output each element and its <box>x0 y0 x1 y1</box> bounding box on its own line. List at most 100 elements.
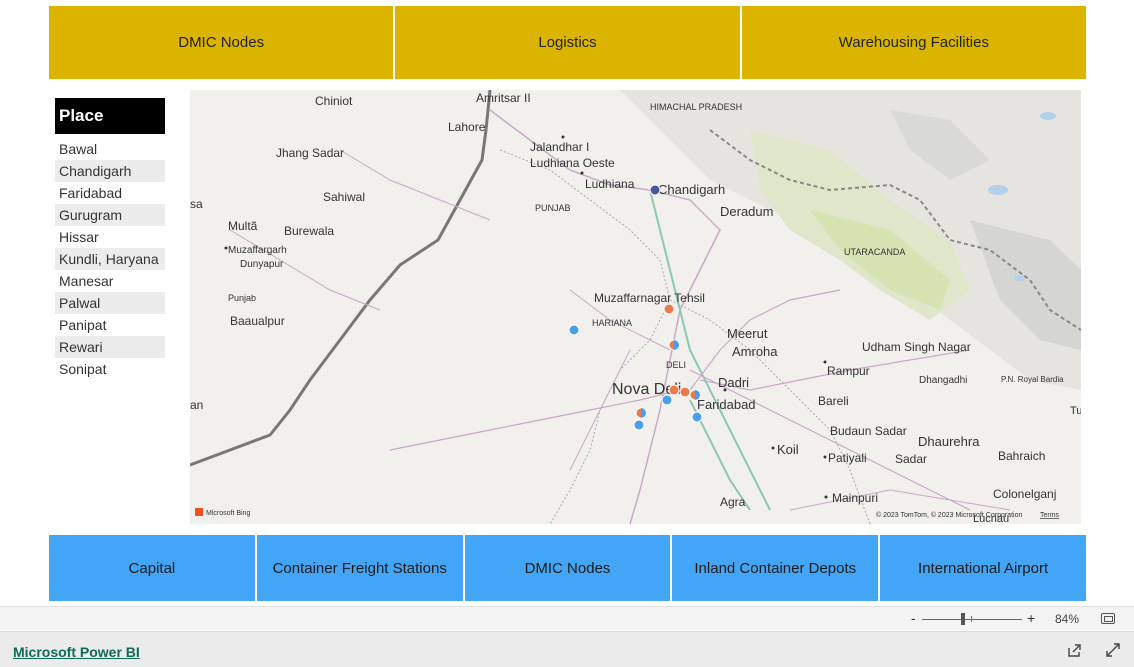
map-label-muzaffarnagar: Muzaffarnagar Tehsil <box>594 291 705 305</box>
zoom-percentage: 84% <box>1055 612 1080 626</box>
road <box>789 489 1011 511</box>
map-label-dhaurehra: Dhaurehra <box>918 434 980 449</box>
lake <box>1014 275 1026 281</box>
slicer-item-palwal[interactable]: Palwal <box>55 292 165 314</box>
map-label-rampur: Rampur <box>827 364 870 378</box>
map-label-punjab: PUNJAB <box>535 203 571 213</box>
map-label-ludhiana-oeste: Ludhiana Oeste <box>530 156 615 170</box>
tab-dmic-nodes-bottom[interactable]: DMIC Nodes <box>464 535 673 601</box>
map-marker[interactable] <box>663 303 675 315</box>
place-slicer: Place Bawal Chandigarh Faridabad Gurugra… <box>55 98 165 380</box>
report-canvas: DMIC Nodes Logistics Warehousing Facilit… <box>0 0 1134 667</box>
map-marker[interactable] <box>633 419 645 431</box>
tab-dmic-nodes[interactable]: DMIC Nodes <box>49 6 396 79</box>
map-label-udham: Udham Singh Nagar <box>862 340 971 354</box>
tab-international-airport[interactable]: International Airport <box>880 535 1086 601</box>
map-terms-link[interactable]: Terms <box>1040 512 1060 519</box>
map-marker[interactable] <box>661 394 673 406</box>
map-label-burewala: Burewala <box>284 224 334 238</box>
map-canvas: Chiniot Amritsar II HIMACHAL PRADESH Lah… <box>190 90 1081 524</box>
tab-logistics[interactable]: Logistics <box>395 6 742 79</box>
tab-inland-container-depots[interactable]: Inland Container Depots <box>672 535 881 601</box>
map-label-amritsar: Amritsar II <box>476 91 531 105</box>
slicer-item-manesar[interactable]: Manesar <box>55 270 165 292</box>
fullscreen-icon[interactable] <box>1105 642 1121 658</box>
map-marker[interactable] <box>691 411 703 423</box>
map-marker[interactable] <box>568 324 580 336</box>
map-label-pn-royal: P.N. Royal Bardia <box>1001 375 1064 384</box>
slicer-item-chandigarh[interactable]: Chandigarh <box>55 160 165 182</box>
footer: Microsoft Power BI <box>0 631 1134 667</box>
map-label-jalandhar: Jalandhar I <box>530 140 589 154</box>
map-label-utaracanda: UTARACANDA <box>844 247 905 257</box>
slicer-item-panipat[interactable]: Panipat <box>55 314 165 336</box>
highway <box>489 109 721 524</box>
map-label-haryana: HARIANA <box>592 318 632 328</box>
map-label-deradum: Deradum <box>720 204 773 219</box>
map-label-bahraich: Bahraich <box>998 449 1045 463</box>
city-dot <box>771 446 775 450</box>
slicer-item-rewari[interactable]: Rewari <box>55 336 165 358</box>
top-navigation-bar: DMIC Nodes Logistics Warehousing Facilit… <box>49 6 1086 79</box>
bottom-navigation-bar: Capital Container Freight Stations DMIC … <box>49 535 1086 601</box>
map-label-sa: sa <box>190 197 203 211</box>
map-label-himachal: HIMACHAL PRADESH <box>650 102 742 112</box>
map-label-koil: Koil <box>777 442 799 457</box>
slicer-item-kundli-haryana[interactable]: Kundli, Haryana <box>55 248 165 270</box>
slicer-item-sonipat[interactable]: Sonipat <box>55 358 165 380</box>
slicer-item-bawal[interactable]: Bawal <box>55 138 165 160</box>
city-dot <box>823 455 827 459</box>
fit-to-page-icon[interactable] <box>1101 613 1115 624</box>
zoom-bar: - + 84% <box>0 606 1134 630</box>
map-visual[interactable]: Chiniot Amritsar II HIMACHAL PRADESH Lah… <box>190 90 1081 524</box>
map-label-colonelganj: Colonelganj <box>993 487 1056 501</box>
tab-warehousing-facilities[interactable]: Warehousing Facilities <box>741 6 1086 79</box>
map-label-muzaffargarh: Muzaffargarh <box>228 245 287 256</box>
zoom-in-button[interactable]: + <box>1027 610 1035 626</box>
map-label-patiyali: Patiyali <box>828 451 867 465</box>
map-marker[interactable] <box>668 384 680 396</box>
tab-capital[interactable]: Capital <box>49 535 257 601</box>
map-label-budaun: Budaun Sadar <box>830 424 907 438</box>
highway <box>389 389 681 451</box>
map-label-agra: Agra <box>720 495 746 509</box>
map-copyright: © 2023 TomTom, © 2023 Microsoft Corporat… <box>876 511 1022 519</box>
map-label-chandigarh: Chandigarh <box>658 182 725 197</box>
slicer-title: Place <box>55 98 165 134</box>
city-dot <box>824 495 828 499</box>
zoom-slider-tick <box>971 616 972 622</box>
map-label-baaualpur: Baaualpur <box>230 314 285 328</box>
map-label-tu: Tu <box>1070 405 1081 417</box>
map-label-multa: Multã <box>228 219 258 233</box>
slicer-list: Bawal Chandigarh Faridabad Gurugram Hiss… <box>55 138 165 380</box>
zoom-out-button[interactable]: - <box>911 610 916 626</box>
map-label-deli: DELI <box>666 360 686 370</box>
zoom-slider-thumb[interactable] <box>961 613 965 625</box>
map-label-jhang: Jhang Sadar <box>276 146 344 160</box>
map-label-dunyapur: Dunyapur <box>240 259 284 270</box>
power-bi-link[interactable]: Microsoft Power BI <box>13 644 140 660</box>
map-marker[interactable] <box>649 184 661 196</box>
map-label-dadri: Dadri <box>718 375 749 390</box>
map-label-dhangadhi: Dhangadhi <box>919 375 967 386</box>
city-dot <box>580 171 584 175</box>
slicer-item-faridabad[interactable]: Faridabad <box>55 182 165 204</box>
lake <box>988 185 1008 195</box>
lake <box>1040 112 1056 120</box>
share-icon[interactable] <box>1066 642 1082 658</box>
zoom-slider-track[interactable] <box>922 619 1022 620</box>
map-label-mainpuri: Mainpuri <box>832 491 878 505</box>
road <box>569 349 631 471</box>
map-label-faridabad: Faridabad <box>697 397 756 412</box>
map-label-sahiwal: Sahiwal <box>323 190 365 204</box>
map-label-chiniot: Chiniot <box>315 94 353 108</box>
tab-container-freight-stations[interactable]: Container Freight Stations <box>256 535 465 601</box>
slicer-item-gurugram[interactable]: Gurugram <box>55 204 165 226</box>
city-dot <box>723 388 727 392</box>
city-dot <box>224 246 228 250</box>
slicer-item-hissar[interactable]: Hissar <box>55 226 165 248</box>
map-label-punjab-pk: Punjab <box>228 293 256 303</box>
city-dot <box>823 360 827 364</box>
bing-logo-icon <box>195 508 203 516</box>
map-marker[interactable] <box>679 386 691 398</box>
